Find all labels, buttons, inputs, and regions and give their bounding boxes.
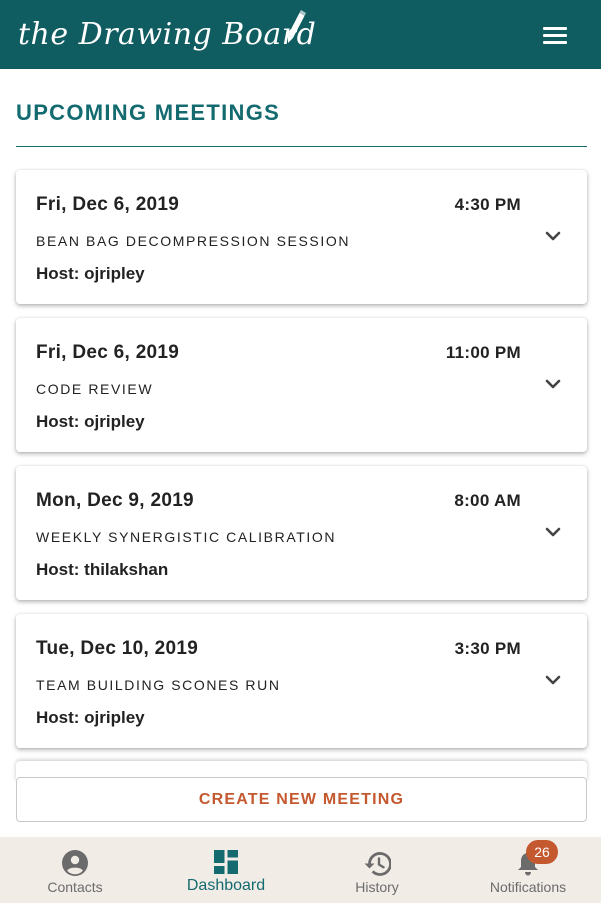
nav-label: History bbox=[355, 879, 399, 895]
meeting-time: 8:00 AM bbox=[454, 491, 521, 510]
account-circle-icon bbox=[62, 850, 88, 876]
bottom-navigation: Contacts Dashboard History Notifications… bbox=[0, 837, 601, 903]
meeting-host: Host: ojripley bbox=[36, 708, 145, 727]
nav-label: Dashboard bbox=[186, 877, 266, 894]
meeting-card[interactable]: Mon, Dec 9, 2019 8:00 AM WEEKLY SYNERGIS… bbox=[16, 466, 587, 600]
meeting-time: 3:30 PM bbox=[454, 639, 521, 658]
meeting-name: BEAN BAG DECOMPRESSION SESSION bbox=[36, 233, 351, 249]
meeting-time: 4:30 PM bbox=[454, 195, 521, 214]
chevron-down-icon[interactable] bbox=[545, 526, 561, 538]
meeting-name: WEEKLY SYNERGISTIC CALIBRATION bbox=[36, 529, 337, 545]
meeting-card[interactable]: Tue, Dec 10, 2019 3:30 PM TEAM BUILDING … bbox=[16, 614, 587, 748]
nav-label: Notifications bbox=[489, 879, 567, 895]
meeting-time: 11:00 PM bbox=[445, 343, 521, 362]
nav-contacts[interactable]: Contacts bbox=[0, 837, 150, 903]
chevron-down-icon[interactable] bbox=[545, 674, 561, 686]
notification-count-badge: 26 bbox=[526, 840, 558, 864]
meeting-list: Fri, Dec 6, 2019 4:30 PM BEAN BAG DECOMP… bbox=[0, 0, 601, 903]
pencil-icon bbox=[288, 10, 306, 43]
create-meeting-button[interactable]: CREATE NEW MEETING bbox=[16, 777, 587, 822]
hamburger-menu-icon bbox=[543, 27, 567, 30]
chevron-down-icon[interactable] bbox=[545, 230, 561, 242]
nav-dashboard[interactable]: Dashboard bbox=[151, 837, 301, 903]
chevron-down-icon[interactable] bbox=[545, 378, 561, 390]
meeting-date: Fri, Dec 6, 2019 bbox=[36, 194, 180, 215]
meeting-date: Fri, Dec 6, 2019 bbox=[36, 342, 180, 363]
meeting-host: Host: ojripley bbox=[36, 264, 145, 283]
nav-label: Contacts bbox=[47, 879, 103, 895]
meeting-host: Host: thilakshan bbox=[36, 560, 169, 579]
page-title: UPCOMING MEETINGS bbox=[16, 100, 281, 125]
history-icon bbox=[364, 852, 391, 876]
nav-history[interactable]: History bbox=[302, 837, 452, 903]
meeting-card[interactable]: Fri, Dec 6, 2019 11:00 PM CODE REVIEW Ho… bbox=[16, 318, 587, 452]
meeting-name: CODE REVIEW bbox=[36, 381, 154, 397]
meeting-card[interactable]: Fri, Dec 6, 2019 4:30 PM BEAN BAG DECOMP… bbox=[16, 170, 587, 304]
meeting-date: Mon, Dec 9, 2019 bbox=[36, 490, 194, 511]
meeting-name: TEAM BUILDING SCONES RUN bbox=[36, 677, 281, 693]
dashboard-icon bbox=[214, 850, 238, 874]
meeting-date: Tue, Dec 10, 2019 bbox=[36, 638, 199, 659]
logo-text: the Drawing Board bbox=[18, 16, 317, 52]
title-divider bbox=[16, 146, 587, 147]
app-logo[interactable]: the Drawing Board bbox=[18, 6, 316, 62]
app-bar: the Drawing Board bbox=[0, 0, 601, 69]
menu-button[interactable] bbox=[538, 21, 572, 49]
meeting-host: Host: ojripley bbox=[36, 412, 145, 431]
